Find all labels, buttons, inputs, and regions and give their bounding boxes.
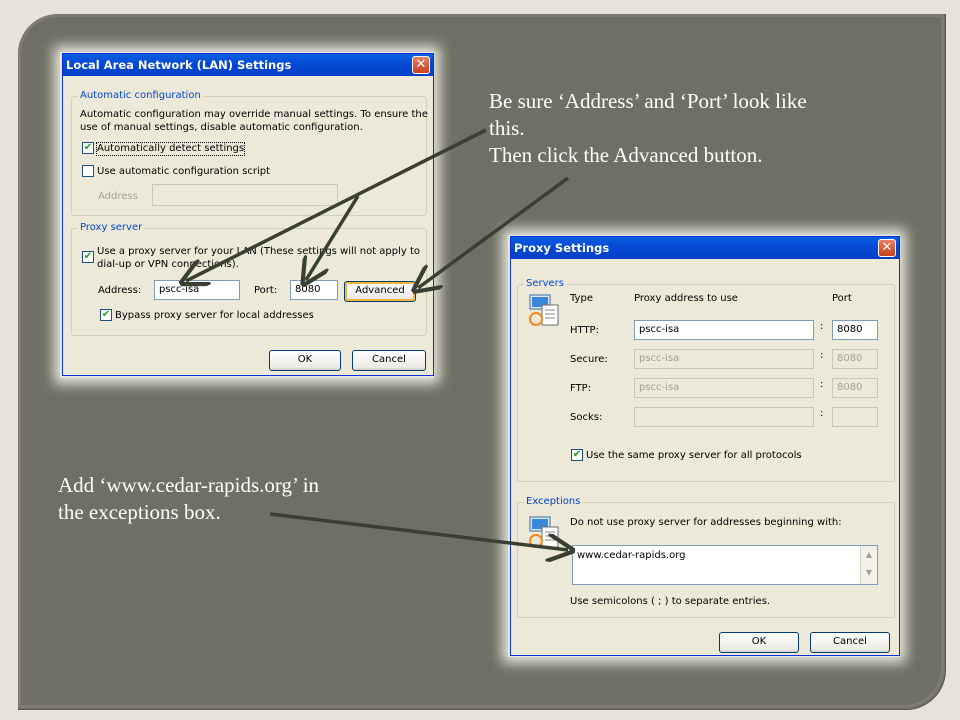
proxy-dialog-close-button[interactable]: ✕ xyxy=(878,239,896,257)
bypass-local-label[interactable]: Bypass proxy server for local addresses xyxy=(115,310,314,322)
script-address-label: Address xyxy=(98,191,138,202)
http-type-label: HTTP: xyxy=(570,325,599,336)
exceptions-description: Do not use proxy server for addresses be… xyxy=(570,517,842,528)
lan-dialog-close-button[interactable]: ✕ xyxy=(412,56,430,74)
secure-colon: : xyxy=(820,350,824,361)
proxy-server-group-label: Proxy server xyxy=(78,222,145,234)
exceptions-scrollbar[interactable]: ▲ ▼ xyxy=(860,546,877,584)
lan-cancel-button[interactable]: Cancel xyxy=(352,350,426,371)
http-colon: : xyxy=(820,321,824,332)
proxy-port-label: Port: xyxy=(254,285,278,296)
proxy-ok-button[interactable]: OK xyxy=(719,632,799,653)
exceptions-group-label: Exceptions xyxy=(524,496,583,508)
ftp-port-input[interactable]: 8080 xyxy=(832,378,878,398)
use-script-label[interactable]: Use automatic configuration script xyxy=(97,166,270,178)
socks-port-input[interactable] xyxy=(832,407,878,427)
proxy-settings-dialog: Proxy Settings ✕ Servers Type Proxy addr… xyxy=(510,236,900,656)
instruction-note-top: Be sure ‘Address’ and ‘Port’ look like t… xyxy=(489,88,807,169)
check-icon: ✔ xyxy=(101,309,111,320)
ftp-colon: : xyxy=(820,379,824,390)
check-icon: ✔ xyxy=(83,142,93,153)
ftp-address-input[interactable]: pscc-isa xyxy=(634,378,814,398)
instruction-note-bottom: Add ‘www.cedar-rapids.org’ in the except… xyxy=(58,472,319,526)
servers-col-type: Type xyxy=(570,293,593,304)
proxy-address-input[interactable]: pscc-isa xyxy=(154,280,240,300)
ftp-type-label: FTP: xyxy=(570,383,592,394)
secure-type-label: Secure: xyxy=(570,354,608,365)
use-proxy-label[interactable]: Use a proxy server for your LAN (These s… xyxy=(97,246,420,258)
exceptions-group: Exceptions Do not use proxy server for a… xyxy=(517,496,895,618)
exceptions-hint: Use semicolons ( ; ) to separate entries… xyxy=(570,596,771,607)
proxy-dialog-titlebar: Proxy Settings xyxy=(511,237,899,259)
network-computer-icon xyxy=(529,516,559,548)
auto-detect-checkbox[interactable]: ✔ xyxy=(82,142,94,154)
http-address-input[interactable]: pscc-isa xyxy=(634,320,814,340)
socks-type-label: Socks: xyxy=(570,412,603,423)
close-icon: ✕ xyxy=(415,57,427,72)
auto-config-group-label: Automatic configuration xyxy=(78,90,203,102)
use-proxy-label[interactable]: dial-up or VPN connections). xyxy=(97,259,239,271)
servers-group: Servers Type Proxy address to use Port H… xyxy=(517,278,895,482)
servers-col-port: Port xyxy=(832,293,852,304)
servers-group-label: Servers xyxy=(524,278,567,290)
bypass-local-checkbox[interactable]: ✔ xyxy=(100,309,112,321)
proxy-server-group: Proxy server ✔ Use a proxy server for yo… xyxy=(71,222,427,336)
note-line: Then click the Advanced button. xyxy=(489,143,763,167)
proxy-address-label: Address: xyxy=(98,285,142,296)
chevron-up-icon[interactable]: ▲ xyxy=(861,546,877,564)
check-icon: ✔ xyxy=(572,449,582,460)
note-line: this. xyxy=(489,116,525,140)
lan-dialog-titlebar: Local Area Network (LAN) Settings xyxy=(63,54,433,76)
exceptions-value: www.cedar-rapids.org xyxy=(577,550,686,561)
note-line: Add ‘www.cedar-rapids.org’ in xyxy=(58,473,320,497)
lan-dialog-title: Local Area Network (LAN) Settings xyxy=(66,58,292,72)
script-address-input[interactable] xyxy=(152,184,338,206)
auto-config-description: use of manual settings, disable automati… xyxy=(80,122,363,133)
note-line: Be sure ‘Address’ and ‘Port’ look like xyxy=(489,89,807,113)
check-icon: ✔ xyxy=(83,251,93,262)
socks-colon: : xyxy=(820,408,824,419)
close-icon: ✕ xyxy=(881,240,893,255)
secure-port-input[interactable]: 8080 xyxy=(832,349,878,369)
auto-config-description: Automatic configuration may override man… xyxy=(80,109,428,120)
socks-address-input[interactable] xyxy=(634,407,814,427)
exceptions-textarea[interactable]: www.cedar-rapids.org ▲ ▼ xyxy=(572,545,878,585)
proxy-dialog-title: Proxy Settings xyxy=(514,241,610,255)
advanced-button[interactable]: Advanced xyxy=(344,281,416,302)
same-proxy-label[interactable]: Use the same proxy server for all protoc… xyxy=(586,450,802,462)
lan-settings-dialog: Local Area Network (LAN) Settings ✕ Auto… xyxy=(62,53,434,376)
proxy-port-input[interactable]: 8080 xyxy=(290,280,338,300)
use-proxy-checkbox[interactable]: ✔ xyxy=(82,251,94,263)
proxy-cancel-button[interactable]: Cancel xyxy=(810,632,890,653)
same-proxy-checkbox[interactable]: ✔ xyxy=(571,449,583,461)
lan-ok-button[interactable]: OK xyxy=(269,350,341,371)
use-script-checkbox[interactable] xyxy=(82,165,94,177)
secure-address-input[interactable]: pscc-isa xyxy=(634,349,814,369)
chevron-down-icon[interactable]: ▼ xyxy=(861,564,877,582)
note-line: the exceptions box. xyxy=(58,500,221,524)
http-port-input[interactable]: 8080 xyxy=(832,320,878,340)
network-computer-icon xyxy=(529,294,559,326)
servers-col-address: Proxy address to use xyxy=(634,293,738,304)
auto-config-group: Automatic configuration Automatic config… xyxy=(71,90,428,216)
auto-detect-label[interactable]: Automatically detect settings xyxy=(95,142,246,156)
